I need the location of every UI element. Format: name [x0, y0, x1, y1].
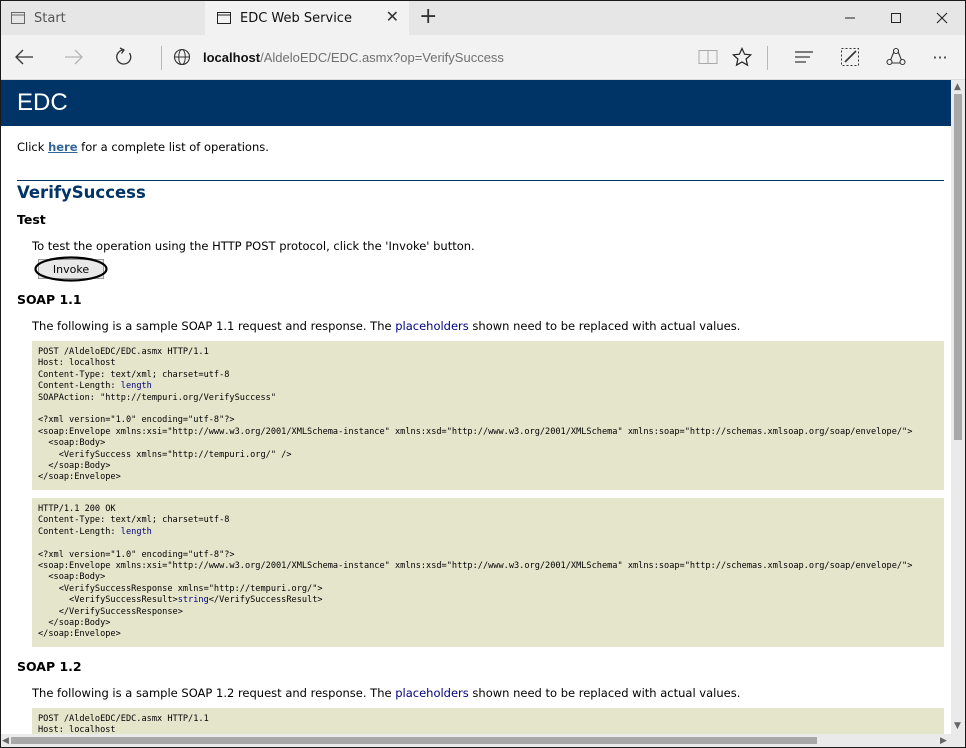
share-icon: [886, 47, 906, 66]
browser-window: Start EDC Web Service ✕ + localhost /Ald…: [0, 0, 966, 748]
placeholders-term: placeholders: [395, 685, 469, 700]
maximize-button[interactable]: [873, 1, 919, 35]
minimize-icon: [845, 17, 855, 19]
tab-edc-web-service[interactable]: EDC Web Service ✕: [205, 1, 409, 35]
soap11-request-code: POST /AldeloEDC/EDC.asmx HTTP/1.1 Host: …: [32, 341, 944, 490]
intro-after: for a complete list of operations.: [77, 140, 269, 154]
tab-label: EDC Web Service: [240, 10, 352, 26]
placeholder-value: string: [177, 595, 209, 606]
address-bar[interactable]: localhost/AldeloEDC/EDC.asmx?op=VerifySu…: [173, 41, 693, 73]
invoke-container: Invoke: [34, 256, 108, 282]
invoke-button[interactable]: Invoke: [38, 259, 104, 279]
code-text: POST /AldeloEDC/EDC.asmx HTTP/1.1 Host: …: [38, 713, 209, 734]
intro-before: Click: [17, 140, 49, 154]
soap12-request-code: POST /AldeloEDC/EDC.asmx HTTP/1.1 Host: …: [32, 707, 944, 734]
reading-view-button[interactable]: [691, 41, 725, 73]
scroll-right-icon[interactable]: ▶: [940, 736, 947, 746]
tab-label: Start: [34, 10, 66, 26]
back-button[interactable]: [7, 41, 41, 73]
refresh-icon: [116, 47, 132, 65]
close-tab-icon[interactable]: ✕: [386, 9, 399, 25]
tab-start[interactable]: Start: [1, 1, 203, 35]
scrollbar-corner: [951, 734, 965, 747]
scroll-left-icon[interactable]: ◀: [2, 736, 9, 746]
forward-button[interactable]: [57, 41, 91, 73]
url-host: localhost: [203, 49, 261, 65]
test-instructions: To test the operation using the HTTP POS…: [32, 239, 475, 253]
book-icon: [698, 50, 718, 64]
hub-button[interactable]: [787, 41, 821, 73]
vertical-scroll-thumb[interactable]: [954, 94, 962, 440]
horizontal-scroll-thumb[interactable]: [11, 737, 817, 744]
code-text: <?xml version="1.0" encoding="utf-8"?> <…: [38, 549, 913, 606]
test-heading: Test: [17, 212, 46, 227]
horizontal-scrollbar[interactable]: ◀ ▶: [1, 734, 951, 747]
soap12-text-after: shown need to be replaced with actual va…: [468, 685, 741, 700]
share-button[interactable]: [879, 41, 913, 73]
scroll-up-icon[interactable]: ▲: [954, 82, 961, 92]
page-content: Click here for a complete list of operat…: [1, 140, 951, 734]
navigation-bar: localhost/AldeloEDC/EDC.asmx?op=VerifySu…: [1, 35, 965, 80]
code-text: SOAPAction: "http://tempuri.org/VerifySu…: [38, 392, 913, 483]
vertical-scrollbar[interactable]: ▲ ▼: [951, 80, 965, 734]
forward-arrow-icon: [65, 49, 83, 65]
placeholder-value: length: [120, 526, 152, 537]
globe-icon: [173, 48, 191, 66]
more-button[interactable]: ···: [923, 41, 957, 73]
pen-icon: [841, 48, 859, 66]
new-tab-button[interactable]: +: [419, 5, 437, 29]
soap11-text-after: shown need to be replaced with actual va…: [468, 319, 741, 333]
soap11-text-before: The following is a sample SOAP 1.1 reque…: [32, 319, 396, 333]
star-icon: [732, 47, 752, 67]
placeholder-value: length: [120, 381, 152, 392]
web-page: EDC Click here for a complete list of op…: [1, 80, 951, 734]
intro-text: Click here for a complete list of operat…: [17, 140, 944, 154]
maximize-icon: [891, 13, 901, 23]
soap12-heading: SOAP 1.2: [17, 658, 82, 674]
tab-bar: Start EDC Web Service ✕ +: [1, 1, 965, 35]
soap11-response-code: HTTP/1.1 200 OK Content-Type: text/xml; …: [32, 497, 944, 647]
soap11-description: The following is a sample SOAP 1.1 reque…: [32, 319, 944, 333]
tab-page-icon: [11, 12, 25, 24]
refresh-button[interactable]: [107, 41, 141, 73]
url-path: /AldeloEDC/EDC.asmx?op=VerifySuccess: [260, 49, 504, 65]
operation-name: VerifySuccess: [17, 183, 146, 202]
divider: [767, 46, 768, 70]
tab-page-icon: [217, 12, 231, 24]
operations-list-link[interactable]: here: [48, 140, 77, 154]
divider: [161, 46, 162, 70]
web-note-button[interactable]: [833, 41, 867, 73]
page-title: EDC: [1, 80, 951, 126]
divider: [17, 180, 944, 181]
minimize-button[interactable]: [827, 1, 873, 35]
hub-icon: [795, 51, 813, 63]
back-arrow-icon: [15, 49, 33, 65]
close-icon: [936, 12, 948, 24]
window-close-button[interactable]: [919, 1, 965, 35]
soap12-text-before: The following is a sample SOAP 1.2 reque…: [32, 685, 396, 700]
placeholders-term: placeholders: [395, 319, 469, 333]
soap12-description: The following is a sample SOAP 1.2 reque…: [32, 686, 944, 700]
scroll-down-icon[interactable]: ▼: [954, 721, 961, 731]
favorite-button[interactable]: [725, 41, 759, 73]
soap11-heading: SOAP 1.1: [17, 292, 82, 307]
